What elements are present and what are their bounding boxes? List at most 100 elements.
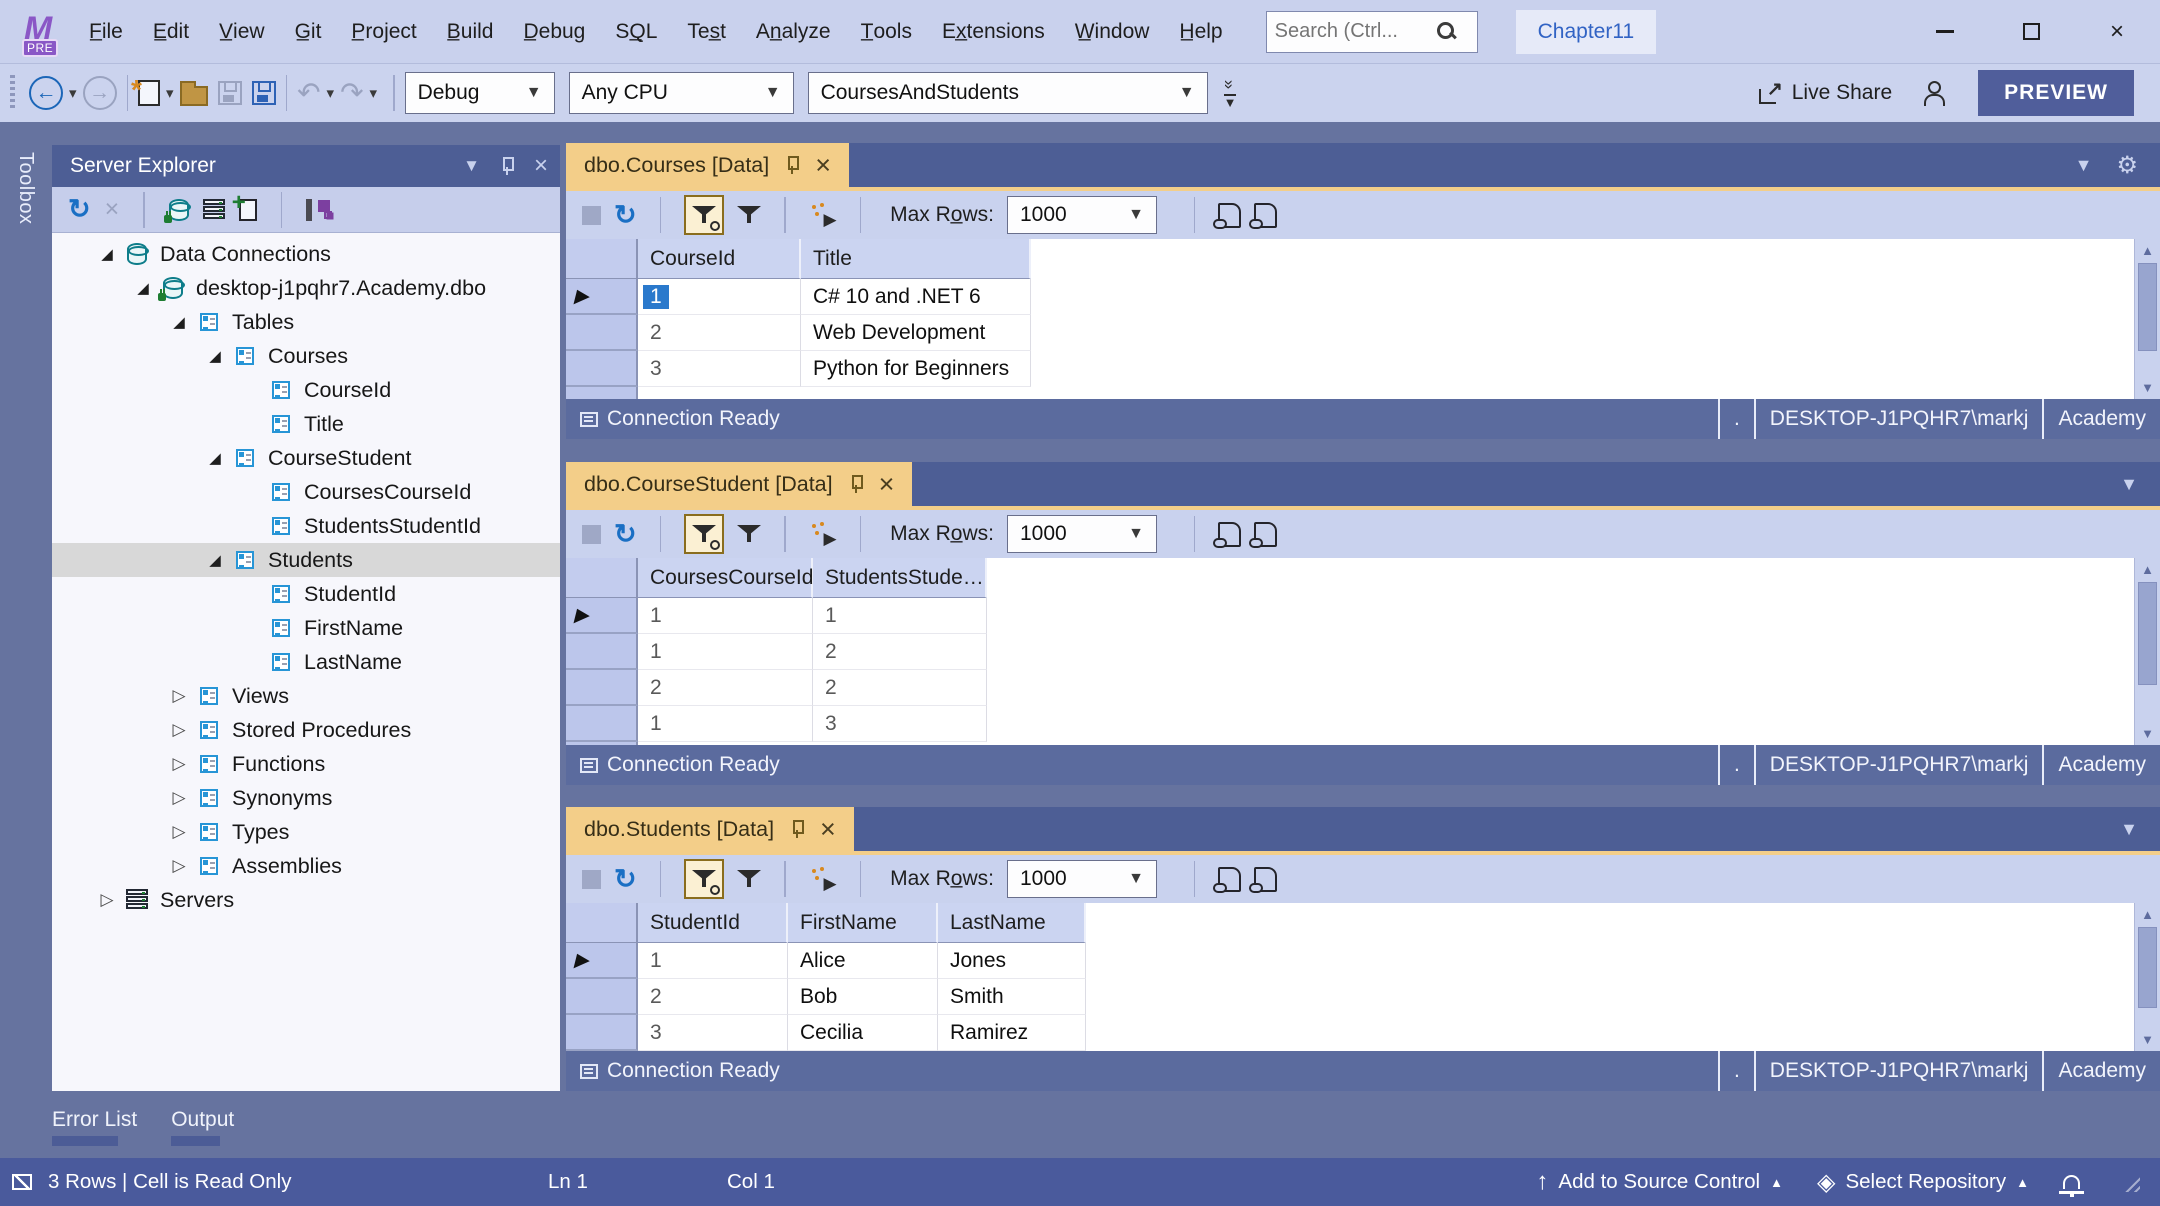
expander-icon[interactable]: ▷ [164, 720, 194, 740]
script-icon[interactable] [1218, 522, 1241, 547]
expander-icon[interactable]: ◢ [92, 245, 122, 263]
grid-cell[interactable]: Cecilia [788, 1015, 938, 1051]
scroll-up-icon[interactable]: ▲ [2135, 562, 2160, 577]
expander-icon[interactable]: ◢ [200, 347, 230, 365]
script-to-file-icon[interactable] [1254, 522, 1277, 547]
minimize-button[interactable] [1902, 0, 1988, 63]
new-file-icon[interactable] [138, 80, 160, 106]
undo-dropdown-icon[interactable]: ▾ [327, 84, 335, 102]
vertical-scrollbar[interactable]: ▲▼ [2134, 558, 2160, 745]
connect-to-database-icon[interactable] [169, 199, 189, 221]
expander-icon[interactable]: ▷ [164, 686, 194, 706]
menu-item-test[interactable]: Tes̲t [672, 0, 741, 63]
tree-item-desktop-j1pqhr7-academy-dbo[interactable]: ◢desktop-j1pqhr7.Academy.dbo [52, 271, 560, 305]
column-header[interactable]: CoursesCourseId [638, 558, 813, 598]
notifications-bell-icon[interactable] [2063, 1175, 2080, 1189]
stop-icon[interactable] [582, 870, 601, 889]
new-row-stub[interactable] [566, 387, 638, 399]
grid-cell[interactable]: 1 [813, 598, 987, 634]
row-selector[interactable]: ▶ [566, 598, 638, 634]
output-tab[interactable]: Output [171, 1108, 234, 1146]
search-icon[interactable] [1435, 21, 1457, 43]
grid-cell[interactable]: C# 10 and .NET 6 [801, 279, 1031, 315]
tree-item-types[interactable]: ▷Types [52, 815, 560, 849]
row-selector[interactable] [566, 1015, 638, 1051]
column-header[interactable]: Title [801, 239, 1031, 279]
tree-item-views[interactable]: ▷Views [52, 679, 560, 713]
tree-item-tables[interactable]: ◢Tables [52, 305, 560, 339]
grid-cell[interactable]: 1 [638, 706, 813, 742]
grid-cell[interactable]: Web Development [801, 315, 1031, 351]
scroll-down-icon[interactable]: ▼ [2135, 1032, 2160, 1047]
filter-toggle-button[interactable] [684, 859, 724, 899]
connect-to-server-icon[interactable] [203, 199, 225, 221]
refresh-icon[interactable]: ↻ [68, 194, 91, 225]
menu-item-sql[interactable]: SQ̲L [600, 0, 672, 63]
script-icon[interactable] [1218, 867, 1241, 892]
expander-icon[interactable]: ▷ [164, 822, 194, 842]
pin-icon[interactable] [790, 820, 804, 838]
tree-item-coursestudent[interactable]: ◢CourseStudent [52, 441, 560, 475]
row-selector[interactable] [566, 706, 638, 742]
tree-item-synonyms[interactable]: ▷Synonyms [52, 781, 560, 815]
refresh-icon[interactable]: ↻ [614, 200, 637, 231]
script-icon[interactable] [1218, 203, 1241, 228]
undo-icon[interactable]: ↶ [297, 79, 320, 107]
scroll-up-icon[interactable]: ▲ [2135, 243, 2160, 258]
new-file-dropdown-icon[interactable]: ▾ [166, 84, 174, 102]
grid-cell[interactable]: Jones [938, 943, 1086, 979]
tab-dbo-courses-data[interactable]: dbo.Courses [Data]× [566, 143, 849, 187]
run-script-icon[interactable] [809, 866, 837, 892]
new-row-stub[interactable] [566, 742, 638, 745]
scroll-up-icon[interactable]: ▲ [2135, 907, 2160, 922]
grid-cell[interactable]: 1 [638, 279, 801, 315]
menu-item-window[interactable]: W̲indow [1060, 0, 1165, 63]
scroll-down-icon[interactable]: ▼ [2135, 726, 2160, 741]
grid-cell[interactable]: Alice [788, 943, 938, 979]
tree-item-title[interactable]: Title [52, 407, 560, 441]
column-header[interactable]: StudentsStude… [813, 558, 987, 598]
pin-icon[interactable] [500, 157, 514, 175]
close-icon[interactable]: × [815, 154, 831, 176]
row-selector[interactable] [566, 670, 638, 706]
menu-item-build[interactable]: B̲uild [432, 0, 509, 63]
startup-project-select[interactable]: CoursesAndStudents▼ [808, 72, 1208, 114]
menu-item-view[interactable]: V̲iew [204, 0, 280, 63]
navigate-forward-button[interactable]: → [83, 76, 117, 110]
scrollbar-thumb[interactable] [2138, 582, 2157, 685]
close-button[interactable]: × [2074, 0, 2160, 63]
grid-cell[interactable]: 3 [638, 1015, 788, 1051]
live-share-button[interactable]: Live Share [1758, 81, 1892, 105]
menu-item-analyze[interactable]: An̲alyze [741, 0, 846, 63]
resize-grip[interactable] [2120, 1172, 2140, 1192]
run-script-icon[interactable] [809, 521, 837, 547]
add-connection-icon[interactable] [239, 199, 257, 221]
tree-item-studentsstudentid[interactable]: StudentsStudentId [52, 509, 560, 543]
platform-select[interactable]: Any CPU▼ [569, 72, 794, 114]
column-header[interactable]: LastName [938, 903, 1086, 943]
close-icon[interactable]: × [879, 473, 895, 495]
refresh-icon[interactable]: ↻ [614, 519, 637, 550]
scrollbar-thumb[interactable] [2138, 927, 2157, 1008]
tree-item-studentid[interactable]: StudentId [52, 577, 560, 611]
tree-item-functions[interactable]: ▷Functions [52, 747, 560, 781]
navigate-back-button[interactable]: ← [29, 76, 63, 110]
menu-item-edit[interactable]: E̲dit [138, 0, 204, 63]
tree-item-assemblies[interactable]: ▷Assemblies [52, 849, 560, 883]
filter-icon[interactable] [737, 868, 761, 890]
vertical-scrollbar[interactable]: ▲▼ [2134, 239, 2160, 399]
expander-icon[interactable]: ◢ [200, 449, 230, 467]
grid-corner[interactable] [566, 558, 638, 598]
navigate-back-dropdown-icon[interactable]: ▾ [69, 84, 77, 102]
search-input[interactable] [1275, 20, 1435, 43]
select-repository-button[interactable]: ◈ Select Repository ▲ [1817, 1168, 2029, 1197]
open-file-icon[interactable] [180, 86, 208, 106]
grid-cell[interactable]: 2 [638, 315, 801, 351]
toolbox-tab[interactable]: Toolbox [14, 152, 37, 224]
grid-cell[interactable]: Smith [938, 979, 1086, 1015]
tree-item-courses[interactable]: ◢Courses [52, 339, 560, 373]
filter-icon[interactable] [737, 523, 761, 545]
grid-cell[interactable]: Ramirez [938, 1015, 1086, 1051]
chevron-down-icon[interactable]: ▼ [2075, 155, 2093, 176]
expander-icon[interactable]: ▷ [92, 890, 122, 910]
